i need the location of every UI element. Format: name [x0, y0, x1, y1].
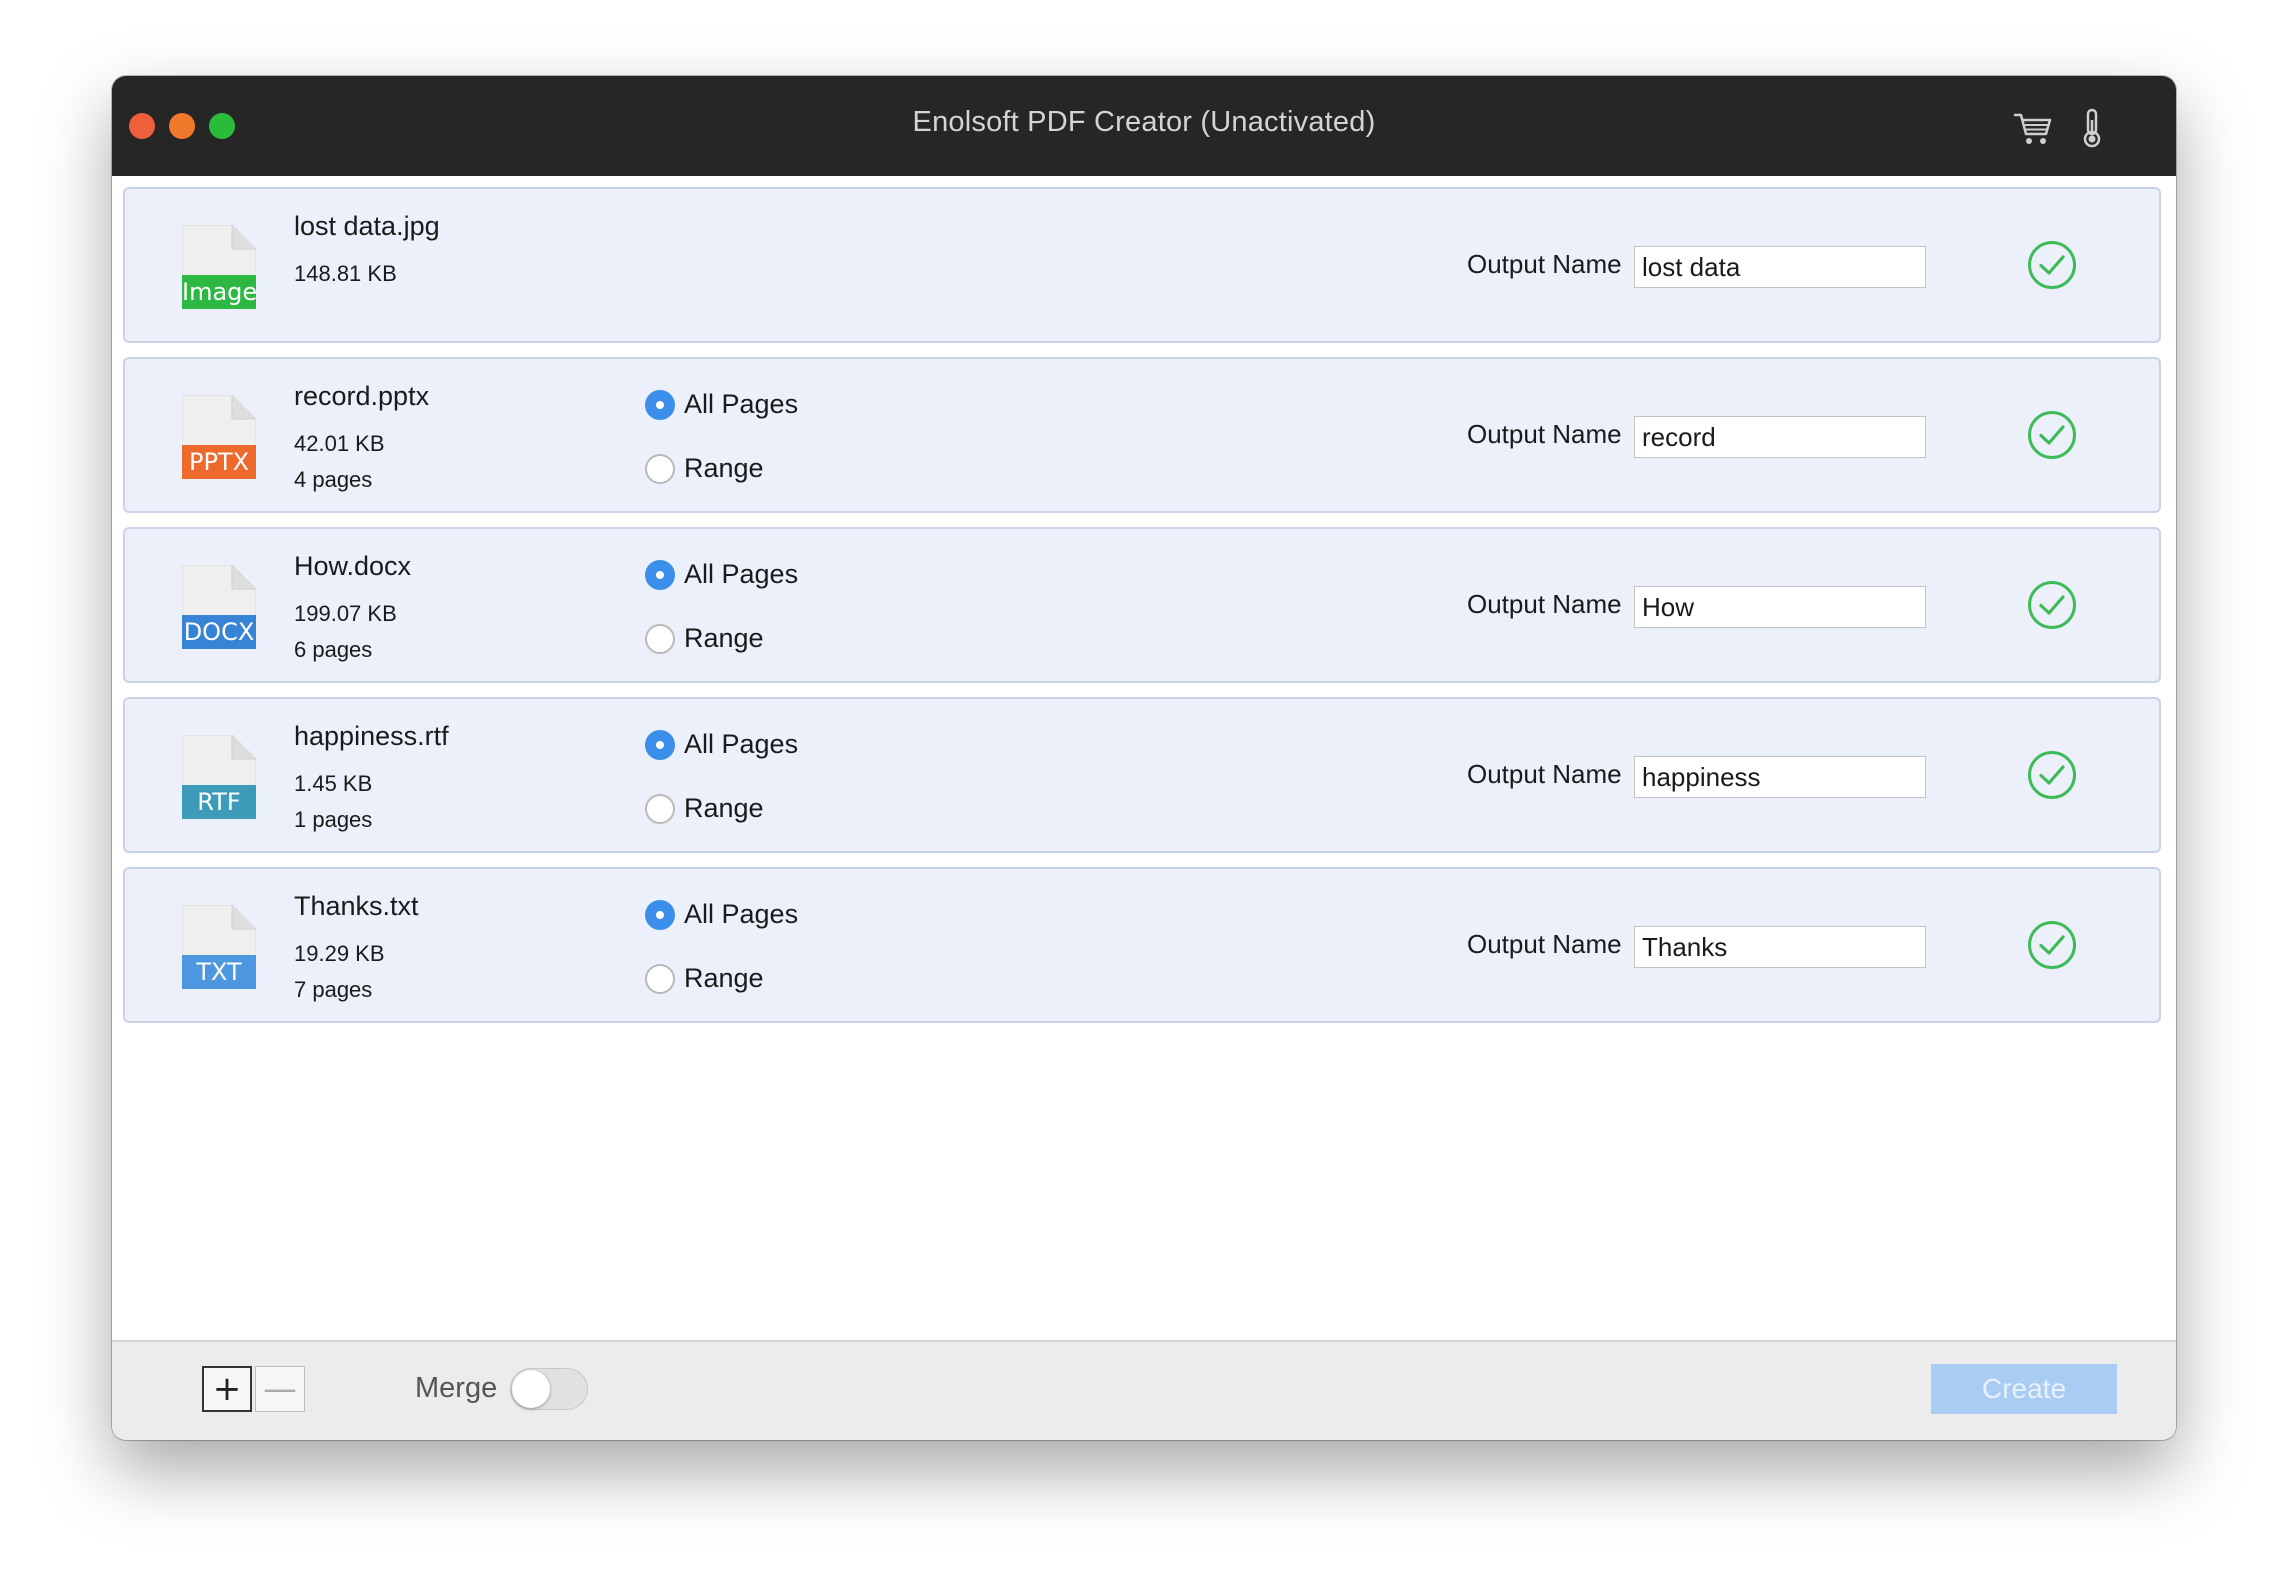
file-type-badge: TXT [182, 955, 256, 989]
output-name-input[interactable] [1634, 246, 1926, 288]
file-size: 148.81 KB [294, 261, 397, 286]
output-name-input[interactable] [1634, 416, 1926, 458]
all-pages-label: All Pages [684, 559, 799, 589]
merge-label: Merge [415, 1372, 498, 1404]
file-type-icon: TXT [182, 905, 256, 989]
file-row[interactable]: DOCX How.docx 199.07 KB 6 pages All Page… [123, 527, 2161, 683]
merge-toggle[interactable] [510, 1368, 588, 1410]
check-circle-icon[interactable] [2027, 750, 2077, 800]
output-name-input[interactable] [1634, 756, 1926, 798]
all-pages-label: All Pages [684, 729, 799, 759]
output-name-label: Output Name [1467, 419, 1622, 449]
file-page-count: 4 pages [294, 467, 373, 492]
radio-button[interactable] [645, 559, 675, 590]
radio-button[interactable] [645, 793, 675, 824]
file-type-badge: PPTX [182, 445, 256, 479]
all-pages-radio[interactable]: All Pages [645, 559, 798, 590]
all-pages-label: All Pages [684, 389, 799, 419]
file-size: 1.45 KB [294, 771, 373, 796]
file-type-icon: RTF [182, 735, 256, 819]
radio-button[interactable] [645, 453, 675, 484]
output-name-label: Output Name [1467, 589, 1622, 619]
range-radio[interactable]: Range [645, 793, 764, 824]
cart-icon[interactable] [2012, 106, 2056, 150]
radio-button[interactable] [645, 729, 675, 760]
radio-button[interactable] [645, 623, 675, 654]
all-pages-radio[interactable]: All Pages [645, 389, 798, 420]
range-label: Range [684, 963, 764, 993]
file-name: happiness.rtf [294, 721, 449, 751]
file-type-icon: PPTX [182, 395, 256, 479]
output-name-label: Output Name [1467, 249, 1622, 279]
app-window: Enolsoft PDF Creator (Unactivated) Image… [112, 76, 2176, 1440]
file-list: Image lost data.jpg 148.81 KB Output Nam… [112, 176, 2176, 1414]
file-type-badge: Image [182, 275, 257, 309]
add-file-button[interactable]: + [202, 1366, 252, 1412]
radio-button[interactable] [645, 389, 675, 420]
all-pages-radio[interactable]: All Pages [645, 899, 798, 930]
radio-button[interactable] [645, 899, 675, 930]
range-label: Range [684, 793, 764, 823]
window-title: Enolsoft PDF Creator (Unactivated) [912, 106, 1376, 138]
all-pages-label: All Pages [684, 899, 799, 929]
range-label: Range [684, 623, 764, 653]
file-name: lost data.jpg [294, 211, 440, 241]
file-page-count: 1 pages [294, 807, 373, 832]
file-type-icon: Image [182, 225, 257, 309]
range-radio[interactable]: Range [645, 963, 764, 994]
bottom-toolbar: + — Merge Create [112, 1340, 2176, 1440]
file-name: record.pptx [294, 381, 430, 411]
file-page-count: 6 pages [294, 637, 373, 662]
all-pages-radio[interactable]: All Pages [645, 729, 798, 760]
thermometer-icon[interactable] [2070, 106, 2114, 150]
check-circle-icon[interactable] [2027, 410, 2077, 460]
file-row[interactable]: RTF happiness.rtf 1.45 KB 1 pages All Pa… [123, 697, 2161, 853]
radio-button[interactable] [645, 963, 675, 994]
file-type-badge: RTF [182, 785, 256, 819]
file-size: 199.07 KB [294, 601, 397, 626]
range-label: Range [684, 453, 764, 483]
remove-file-button[interactable]: — [255, 1366, 305, 1412]
check-circle-icon[interactable] [2027, 240, 2077, 290]
file-page-count: 7 pages [294, 977, 373, 1002]
merge-toggle-knob [512, 1370, 550, 1408]
file-name: Thanks.txt [294, 891, 419, 921]
file-size: 42.01 KB [294, 431, 385, 456]
range-radio[interactable]: Range [645, 623, 764, 654]
output-name-input[interactable] [1634, 926, 1926, 968]
check-circle-icon[interactable] [2027, 920, 2077, 970]
file-name: How.docx [294, 551, 412, 581]
output-name-label: Output Name [1467, 759, 1622, 789]
file-size: 19.29 KB [294, 941, 385, 966]
file-type-icon: DOCX [182, 565, 256, 649]
output-name-label: Output Name [1467, 929, 1622, 959]
range-radio[interactable]: Range [645, 453, 764, 484]
file-type-badge: DOCX [182, 615, 256, 649]
file-row[interactable]: Image lost data.jpg 148.81 KB Output Nam… [123, 187, 2161, 343]
check-circle-icon[interactable] [2027, 580, 2077, 630]
file-row[interactable]: PPTX record.pptx 42.01 KB 4 pages All Pa… [123, 357, 2161, 513]
title-bar: Enolsoft PDF Creator (Unactivated) [112, 76, 2176, 176]
file-row[interactable]: TXT Thanks.txt 19.29 KB 7 pages All Page… [123, 867, 2161, 1023]
create-button[interactable]: Create [1931, 1364, 2117, 1414]
output-name-input[interactable] [1634, 586, 1926, 628]
